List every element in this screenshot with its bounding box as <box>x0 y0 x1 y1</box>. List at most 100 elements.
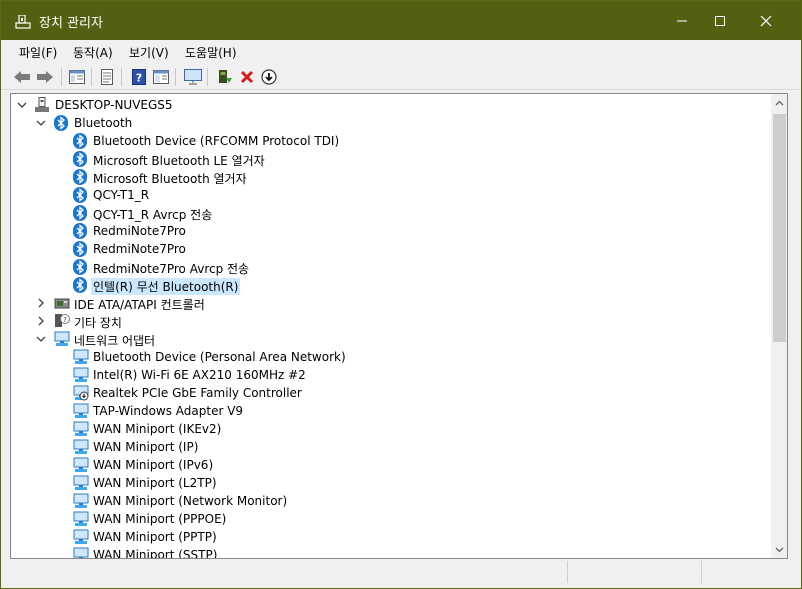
network-device-row[interactable]: WAN Miniport (Network Monitor) <box>11 492 771 510</box>
bluetooth-icon <box>73 241 89 257</box>
bluetooth-icon <box>73 223 89 239</box>
network-device-row[interactable]: WAN Miniport (SSTP) <box>11 546 771 559</box>
bluetooth-device-row[interactable]: RedmiNote7Pro <box>11 240 771 258</box>
tree-category-ide[interactable]: IDE ATA/ATAPI 컨트롤러 <box>11 294 771 312</box>
scroll-down-icon <box>775 547 784 552</box>
bluetooth-icon <box>73 169 89 185</box>
device-label: WAN Miniport (Network Monitor) <box>93 494 288 508</box>
maximize-button[interactable] <box>697 1 743 40</box>
maximize-icon <box>715 15 725 26</box>
uninstall-x-icon <box>240 70 254 84</box>
menu-action[interactable]: 동작(A) <box>73 44 113 61</box>
uninstall-device-button[interactable] <box>237 67 257 87</box>
properties-icon <box>101 69 113 85</box>
properties-button[interactable] <box>97 67 117 87</box>
network-device-row[interactable]: WAN Miniport (IPv6) <box>11 456 771 474</box>
help-button[interactable]: ? <box>129 67 149 87</box>
bluetooth-icon <box>73 133 89 149</box>
tree-root-row[interactable]: DESKTOP-NUVEGS5 <box>11 96 771 114</box>
bluetooth-icon <box>54 115 70 131</box>
bluetooth-icon <box>73 151 89 167</box>
collapse-chevron-icon[interactable] <box>35 332 47 346</box>
device-label: WAN Miniport (IKEv2) <box>93 422 222 436</box>
toolbar-separator <box>91 68 92 86</box>
disable-device-button[interactable] <box>259 67 279 87</box>
network-device-row[interactable]: WAN Miniport (IKEv2) <box>11 420 771 438</box>
collapse-chevron-icon[interactable] <box>35 116 47 130</box>
toolbar: ? <box>1 64 801 90</box>
update-driver-button[interactable] <box>215 67 235 87</box>
category-label: 기타 장치 <box>74 316 122 330</box>
tree-category-other[interactable]: ? 기타 장치 <box>11 312 771 330</box>
back-button[interactable] <box>12 67 32 87</box>
device-label: Intel(R) Wi-Fi 6E AX210 160MHz #2 <box>93 368 306 382</box>
bluetooth-device-row[interactable]: QCY-T1_R <box>11 186 771 204</box>
bluetooth-device-row[interactable]: Microsoft Bluetooth LE 열거자 <box>11 150 771 168</box>
tree-category-network[interactable]: 네트워크 어댑터 <box>11 330 771 348</box>
network-device-row[interactable]: WAN Miniport (PPTP) <box>11 528 771 546</box>
device-label: Microsoft Bluetooth LE 열거자 <box>93 154 265 168</box>
device-label: TAP-Windows Adapter V9 <box>93 404 244 418</box>
bluetooth-icon <box>73 187 89 203</box>
toolbar-separator <box>175 68 176 86</box>
device-label: RedmiNote7Pro <box>93 224 186 238</box>
window-title: 장치 관리자 <box>39 16 103 31</box>
svg-text:?: ? <box>63 316 67 324</box>
device-label: WAN Miniport (PPPOE) <box>93 512 227 526</box>
status-bar <box>10 561 788 583</box>
network-device-row[interactable]: Intel(R) Wi-Fi 6E AX210 160MHz #2 <box>11 366 771 384</box>
network-adapter-icon <box>73 367 89 383</box>
network-device-row[interactable]: Bluetooth Device (Personal Area Network) <box>11 348 771 366</box>
close-button[interactable] <box>743 1 789 40</box>
close-icon <box>760 15 772 26</box>
device-tree[interactable]: DESKTOP-NUVEGS5 Bluetooth Bluetooth Devi… <box>10 93 788 559</box>
menu-help[interactable]: 도움말(H) <box>185 44 237 61</box>
network-device-row[interactable]: WAN Miniport (IP) <box>11 438 771 456</box>
device-manager-app-icon <box>15 15 31 29</box>
network-device-row[interactable]: Realtek PCIe GbE Family Controller <box>11 384 771 402</box>
network-device-row[interactable]: WAN Miniport (PPPOE) <box>11 510 771 528</box>
scan-hardware-changes-button[interactable] <box>151 67 171 87</box>
network-adapter-icon <box>73 529 89 545</box>
device-label: Bluetooth Device (Personal Area Network) <box>93 350 346 364</box>
network-adapter-disabled-icon <box>73 385 89 401</box>
vertical-scrollbar[interactable] <box>771 94 787 558</box>
title-bar[interactable]: 장치 관리자 <box>1 1 801 40</box>
device-label: WAN Miniport (SSTP) <box>93 548 218 559</box>
device-label: WAN Miniport (IP) <box>93 440 199 454</box>
bluetooth-device-row[interactable]: RedmiNote7Pro <box>11 222 771 240</box>
help-icon: ? <box>132 69 146 85</box>
forward-button[interactable] <box>35 67 55 87</box>
network-device-row[interactable]: WAN Miniport (L2TP) <box>11 474 771 492</box>
menu-file[interactable]: 파일(F) <box>19 44 57 61</box>
bluetooth-device-row[interactable]: 인텔(R) 무선 Bluetooth(R) <box>11 276 771 295</box>
monitor-icon <box>184 69 202 85</box>
network-adapter-icon <box>73 493 89 509</box>
collapse-chevron-icon[interactable] <box>16 98 28 112</box>
scroll-up-icon <box>775 100 784 105</box>
scroll-up-button[interactable] <box>771 94 787 111</box>
toolbar-separator <box>121 68 122 86</box>
display-button[interactable] <box>183 67 203 87</box>
bluetooth-device-row[interactable]: Microsoft Bluetooth 열거자 <box>11 168 771 186</box>
tree-category-bluetooth[interactable]: Bluetooth <box>11 114 771 132</box>
expand-chevron-icon[interactable] <box>35 314 47 328</box>
network-device-row[interactable]: TAP-Windows Adapter V9 <box>11 402 771 420</box>
status-pane-main <box>10 561 568 583</box>
bluetooth-device-row[interactable]: QCY-T1_R Avrcp 전송 <box>11 204 771 222</box>
unknown-device-icon: ? <box>54 313 70 329</box>
update-driver-icon <box>219 70 232 83</box>
device-label: WAN Miniport (L2TP) <box>93 476 217 490</box>
computer-icon <box>34 97 50 113</box>
expand-chevron-icon[interactable] <box>35 296 47 310</box>
bluetooth-device-row[interactable]: Bluetooth Device (RFCOMM Protocol TDI) <box>11 132 771 150</box>
show-hide-console-tree-button[interactable] <box>67 67 87 87</box>
scroll-down-button[interactable] <box>771 541 787 558</box>
menu-view[interactable]: 보기(V) <box>129 44 169 61</box>
toolbar-separator <box>61 68 62 86</box>
bluetooth-device-row[interactable]: RedmiNote7Pro Avrcp 전송 <box>11 258 771 276</box>
device-label: WAN Miniport (IPv6) <box>93 458 214 472</box>
device-label: Bluetooth Device (RFCOMM Protocol TDI) <box>93 134 340 148</box>
scrollbar-thumb[interactable] <box>773 114 786 342</box>
disable-download-icon <box>261 69 277 85</box>
